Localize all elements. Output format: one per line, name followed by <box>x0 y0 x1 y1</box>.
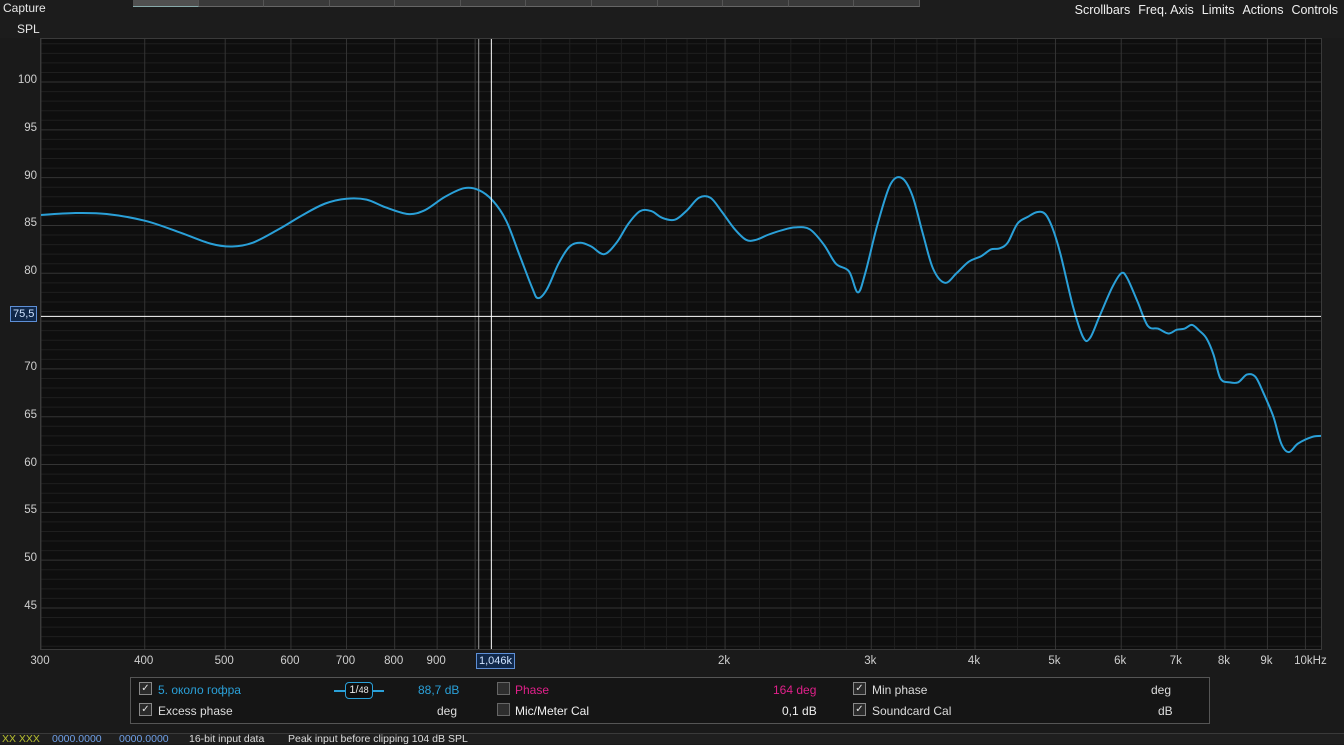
status-readout-1: 0000.0000 <box>52 733 102 745</box>
tab[interactable] <box>854 0 920 7</box>
min-phase-value: deg <box>1151 683 1172 697</box>
menu-scrollbars[interactable]: Scrollbars <box>1075 3 1131 17</box>
smoothing-value[interactable]: 1/48 <box>345 682 373 699</box>
tab[interactable] <box>788 0 855 7</box>
y-tick-label: 90 <box>24 169 37 182</box>
tab[interactable] <box>329 0 396 7</box>
mic-cal-label: Mic/Meter Cal <box>515 704 590 718</box>
min-phase-label: Min phase <box>872 683 928 697</box>
trace-name: 5. около гофра <box>158 683 241 697</box>
tab[interactable] <box>264 0 330 7</box>
tab[interactable] <box>592 0 658 7</box>
y-tick-label: 70 <box>24 360 37 373</box>
x-tick-label: 9k <box>1260 655 1273 667</box>
tab[interactable] <box>657 0 724 7</box>
x-tick-label: 500 <box>214 655 234 667</box>
menu-actions[interactable]: Actions <box>1242 3 1283 17</box>
phase-checkbox[interactable] <box>497 682 510 695</box>
y-tick-label: 50 <box>24 552 37 565</box>
spl-chart-svg <box>41 39 1321 649</box>
y-tick-label: 55 <box>24 504 37 517</box>
y-tick-label: 100 <box>17 74 37 87</box>
x-tick-label: 800 <box>384 655 404 667</box>
excess-phase-checkbox[interactable]: ✓ <box>139 703 152 716</box>
x-tick-label: 10kHz <box>1294 655 1327 667</box>
y-tick-label: 85 <box>24 217 37 230</box>
y-tick-label: 45 <box>24 599 37 612</box>
smoothing-prefix: 1/ <box>349 684 359 696</box>
tab[interactable] <box>395 0 461 7</box>
trace-legend: ✓ 5. около гофра 1/48 88,7 dB Phase 164 … <box>130 677 1210 724</box>
top-bar: Capture Scrollbars Freq. Axis Limits Act… <box>0 0 1344 38</box>
input-level-readout: XX XXX <box>2 733 40 745</box>
mic-cal-checkbox[interactable] <box>497 703 510 716</box>
phase-label: Phase <box>515 683 550 697</box>
x-tick-label: 3k <box>864 655 877 667</box>
soundcard-cal-label: Soundcard Cal <box>872 704 952 718</box>
smoothing-control[interactable]: 1/48 <box>334 682 384 699</box>
menu-limits[interactable]: Limits <box>1202 3 1235 17</box>
excess-phase-label: Excess phase <box>158 704 233 718</box>
tab[interactable] <box>198 0 265 7</box>
tab[interactable] <box>723 0 789 7</box>
soundcard-cal-checkbox[interactable]: ✓ <box>853 703 866 716</box>
cursor-x-readout: 1,046k <box>476 653 516 669</box>
y-axis-title: SPL <box>17 22 40 36</box>
mic-cal-value: 0,1 dB <box>782 704 817 718</box>
input-bits-status: 16-bit input data <box>189 733 265 745</box>
x-tick-label: 5k <box>1048 655 1061 667</box>
spl-graph[interactable] <box>40 38 1322 650</box>
x-tick-label: 300 <box>30 655 50 667</box>
y-tick-label: 60 <box>24 456 37 469</box>
smoothing-denominator: 48 <box>358 685 369 695</box>
spl-trace-line <box>41 176 1321 454</box>
menu-freq-axis[interactable]: Freq. Axis <box>1138 3 1194 17</box>
peak-input-status: Peak input before clipping 104 dB SPL <box>288 733 468 745</box>
tab-spl[interactable] <box>133 0 199 7</box>
excess-phase-value: deg <box>437 704 458 718</box>
trace-value: 88,7 dB <box>418 683 460 697</box>
status-readout-2: 0000.0000 <box>119 733 169 745</box>
y-tick-label: 65 <box>24 408 37 421</box>
tab[interactable] <box>526 0 593 7</box>
menu-controls[interactable]: Controls <box>1291 3 1338 17</box>
x-tick-label: 600 <box>280 655 300 667</box>
x-tick-label: 4k <box>967 655 981 667</box>
y-tick-label: 95 <box>24 121 37 134</box>
status-bar: XX XXX 0000.0000 0000.0000 16-bit input … <box>0 733 1344 745</box>
min-phase-checkbox[interactable]: ✓ <box>853 682 866 695</box>
trace-checkbox[interactable]: ✓ <box>139 682 152 695</box>
window-title: Capture <box>3 1 46 15</box>
x-tick-label: 7k <box>1169 655 1182 667</box>
y-tick-label: 80 <box>24 265 37 278</box>
graph-menu: Scrollbars Freq. Axis Limits Actions Con… <box>1075 3 1338 17</box>
x-tick-label: 2k <box>717 655 731 667</box>
x-tick-label: 400 <box>134 655 154 667</box>
phase-value: 164 deg <box>773 683 817 697</box>
cursor-y-readout: 75,5 <box>10 306 38 322</box>
x-tick-label: 8k <box>1217 655 1231 667</box>
tab-strip <box>133 0 920 7</box>
tab[interactable] <box>460 0 527 7</box>
x-tick-label: 6k <box>1114 655 1127 667</box>
x-tick-label: 700 <box>335 655 356 667</box>
soundcard-cal-value: dB <box>1158 704 1173 718</box>
x-tick-label: 900 <box>426 655 446 667</box>
